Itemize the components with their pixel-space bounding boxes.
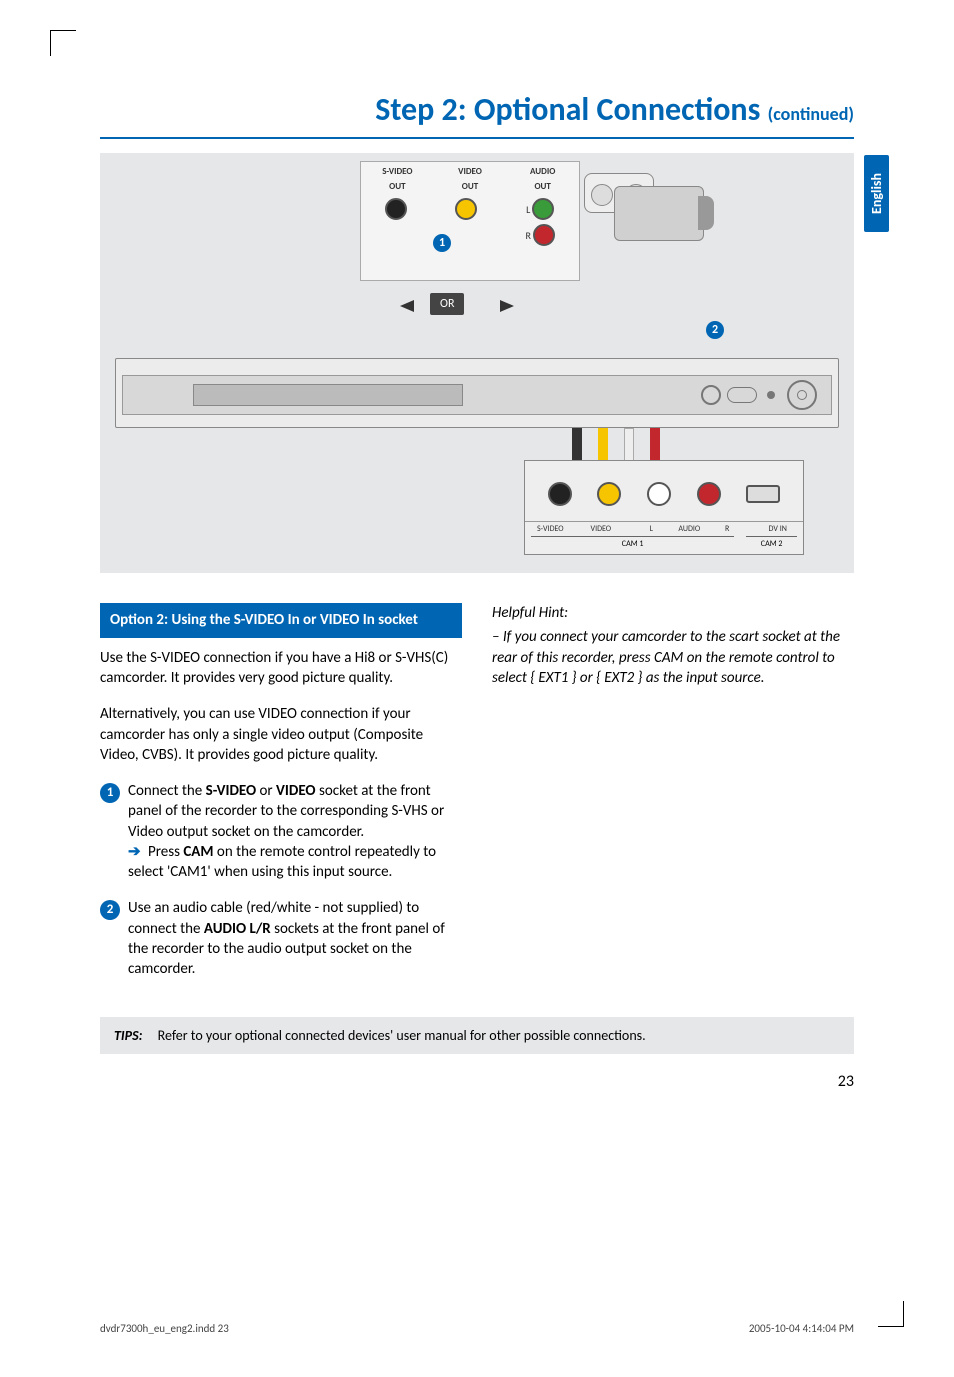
front-audio-l-jack xyxy=(647,482,671,506)
device-led xyxy=(767,391,775,399)
front-audio-r-jack xyxy=(697,482,721,506)
step-2: 2 Use an audio cable (red/white - not su… xyxy=(100,898,462,979)
hint-ext1: { EXT1 } xyxy=(530,669,576,687)
front-svideo-jack xyxy=(548,482,572,506)
port-label-svideo: S-VIDEO xyxy=(361,166,434,177)
crop-mark-bottom-right xyxy=(878,1301,904,1327)
footer-date: 2005-10-04 4:14:04 PM xyxy=(749,1322,854,1335)
recorder-front-panel: S-VIDEO VIDEO L AUDIO R DV IN CAM 1 CAM … xyxy=(524,460,804,555)
right-column: Helpful Hint: – If you connect your camc… xyxy=(492,603,854,995)
hint-body-b: as the input source. xyxy=(646,669,765,687)
arrow-icon: ➔ xyxy=(128,843,141,861)
step-2-bold: AUDIO L/R xyxy=(204,920,271,938)
port-label-out1: OUT xyxy=(361,181,434,192)
title-main: Step 2: Optional Connections xyxy=(375,90,767,129)
fp-label-audio: AUDIO xyxy=(677,522,702,536)
device-jog xyxy=(787,380,817,410)
option-para-2: Alternatively, you can use VIDEO connect… xyxy=(100,704,462,765)
disc-tray xyxy=(193,384,463,406)
step-1-sub-bold: CAM xyxy=(183,843,213,861)
step-1-bold-2: VIDEO xyxy=(276,782,316,800)
title-continued: (continued) xyxy=(768,103,854,125)
arrow-right-icon xyxy=(500,300,514,312)
front-dvin-jack xyxy=(746,485,780,503)
recorder-device: PHILIPS DVD RECORDER / HARD DISK xyxy=(115,358,839,428)
fp-label-dvin: DV IN xyxy=(752,522,803,536)
page-title: Step 2: Optional Connections (continued) xyxy=(100,90,854,139)
port-label-video: VIDEO xyxy=(434,166,507,177)
hint-body: – If you connect your camcorder to the s… xyxy=(492,627,854,688)
diagram-badge-1: 1 xyxy=(433,234,451,252)
step-1-sub-a: Press xyxy=(148,843,183,861)
step-1-text-a: Connect the xyxy=(128,782,206,800)
language-tab: English xyxy=(864,155,889,232)
step-1-bold-1: S-VIDEO xyxy=(206,782,256,800)
port-label-out2: OUT xyxy=(434,181,507,192)
tips-bar: TIPS: Refer to your optional connected d… xyxy=(100,1017,854,1054)
step-1: 1 Connect the S-VIDEO or VIDEO socket at… xyxy=(100,781,462,882)
fp-cam2: CAM 2 xyxy=(746,536,797,549)
or-label: OR xyxy=(430,293,464,315)
hint-or: or xyxy=(580,669,596,687)
camcorder-icon xyxy=(514,171,714,251)
footer-file: dvdr7300h_eu_eng2.indd 23 xyxy=(100,1322,229,1335)
step-1-badge: 1 xyxy=(100,783,120,803)
tips-text: Refer to your optional connected devices… xyxy=(158,1027,646,1044)
device-button xyxy=(701,385,721,405)
arrow-left-icon xyxy=(400,300,414,312)
hint-heading: Helpful Hint: xyxy=(492,603,854,623)
step-2-badge: 2 xyxy=(100,900,120,920)
connection-diagram: S-VIDEO VIDEO AUDIO OUT OUT OUT L R 1 xyxy=(100,153,854,573)
option-para-1: Use the S-VIDEO connection if you have a… xyxy=(100,648,462,689)
print-footer: dvdr7300h_eu_eng2.indd 23 2005-10-04 4:1… xyxy=(100,1322,854,1335)
option-header: Option 2: Using the S-VIDEO In or VIDEO … xyxy=(100,603,462,638)
left-column: Option 2: Using the S-VIDEO In or VIDEO … xyxy=(100,603,462,995)
fp-cam1: CAM 1 xyxy=(531,536,734,549)
diagram-badge-2: 2 xyxy=(706,321,724,339)
fp-label-l: L xyxy=(626,522,677,536)
body-columns: Option 2: Using the S-VIDEO In or VIDEO … xyxy=(100,603,854,995)
page-number: 23 xyxy=(100,1072,854,1091)
fp-label-r: R xyxy=(702,522,753,536)
device-button-2 xyxy=(727,387,757,403)
svideo-out-jack xyxy=(385,198,407,220)
step-1-text-b: or xyxy=(260,782,277,800)
tips-label: TIPS: xyxy=(114,1027,143,1044)
video-out-jack xyxy=(455,198,477,220)
fp-label-svideo: S-VIDEO xyxy=(525,522,576,536)
crop-mark-top-left xyxy=(50,30,76,56)
front-video-jack xyxy=(597,482,621,506)
fp-label-video: VIDEO xyxy=(576,522,627,536)
hint-ext2: { EXT2 } xyxy=(596,669,642,687)
